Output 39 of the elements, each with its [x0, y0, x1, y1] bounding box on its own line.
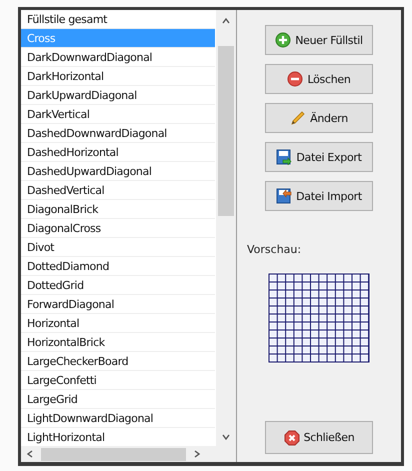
- list-item[interactable]: DiagonalBrick: [21, 200, 215, 219]
- close-button[interactable]: Schließen: [265, 421, 373, 454]
- list-item[interactable]: HorizontalBrick: [21, 333, 215, 352]
- action-button[interactable]: Löschen: [265, 64, 373, 94]
- close-icon: [284, 430, 300, 446]
- action-button[interactable]: Neuer Füllstil: [265, 25, 373, 55]
- horizontal-scrollbar[interactable]: [21, 446, 236, 462]
- list-item[interactable]: LightDownwardDiagonal: [21, 409, 215, 428]
- scrollbar-thumb[interactable]: [218, 46, 234, 216]
- list-item[interactable]: DiagonalCross: [21, 219, 215, 238]
- plus-icon: [275, 32, 292, 48]
- list-item[interactable]: DottedDiamond: [21, 257, 215, 276]
- list-item[interactable]: DarkDownwardDiagonal: [21, 48, 215, 67]
- list-item[interactable]: DashedUpwardDiagonal: [21, 162, 215, 181]
- list-item[interactable]: DashedDownwardDiagonal: [21, 124, 215, 143]
- action-button[interactable]: Ändern: [265, 103, 373, 133]
- list-item[interactable]: DarkVertical: [21, 105, 215, 124]
- list-item[interactable]: DottedGrid: [21, 276, 215, 295]
- list-item[interactable]: DarkUpwardDiagonal: [21, 86, 215, 105]
- pencil-icon: [290, 110, 306, 126]
- minus-icon: [287, 71, 304, 87]
- preview-label: Vorschau:: [247, 243, 302, 256]
- list-item[interactable]: LargeConfetti: [21, 371, 215, 390]
- list-item[interactable]: Horizontal: [21, 314, 215, 333]
- action-button[interactable]: Datei Import: [265, 181, 373, 211]
- list-item[interactable]: LargeCheckerBoard: [21, 352, 215, 371]
- scroll-left-icon[interactable]: [25, 449, 35, 459]
- vertical-scrollbar[interactable]: [216, 10, 236, 446]
- action-button[interactable]: Datei Export: [265, 142, 373, 172]
- scroll-up-icon[interactable]: [221, 16, 231, 26]
- list-item[interactable]: DarkHorizontal: [21, 67, 215, 86]
- list-item[interactable]: DashedHorizontal: [21, 143, 215, 162]
- list-item[interactable]: DashedVertical: [21, 181, 215, 200]
- list-item[interactable]: LargeGrid: [21, 390, 215, 409]
- scroll-right-icon[interactable]: [192, 449, 202, 459]
- list-item[interactable]: Divot: [21, 238, 215, 257]
- scroll-down-icon[interactable]: [221, 432, 231, 442]
- scrollbar-thumb[interactable]: [41, 448, 186, 460]
- list-item[interactable]: ForwardDiagonal: [21, 295, 215, 314]
